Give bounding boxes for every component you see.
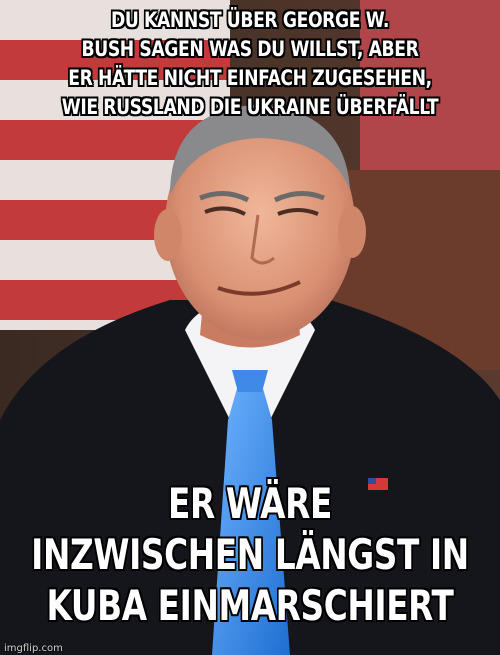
top-caption-line-4: WIE RUSSLAND DIE UKRAINE ÜBERFÄLLT: [61, 95, 439, 119]
bottom-caption-line-2: INZWISCHEN LÄNGST IN: [31, 530, 469, 579]
bottom-caption: ER WÄRE INZWISCHEN LÄNGST IN KUBA EINMAR…: [0, 478, 499, 631]
bottom-caption-line-1: ER WÄRE: [168, 479, 332, 528]
top-caption: DU KANNST ÜBER GEORGE W. BUSH SAGEN WAS …: [12, 6, 488, 122]
meme-image: DU KANNST ÜBER GEORGE W. BUSH SAGEN WAS …: [0, 0, 500, 655]
top-caption-line-3: ER HÄTTE NICHT EINFACH ZUGESEHEN,: [68, 66, 432, 90]
top-caption-line-1: DU KANNST ÜBER GEORGE W.: [110, 8, 390, 32]
bottom-caption-line-3: KUBA EINMARSCHIERT: [46, 581, 454, 630]
top-caption-line-2: BUSH SAGEN WAS DU WILLST, ABER: [81, 37, 419, 61]
watermark: imgflip.com: [4, 643, 63, 654]
